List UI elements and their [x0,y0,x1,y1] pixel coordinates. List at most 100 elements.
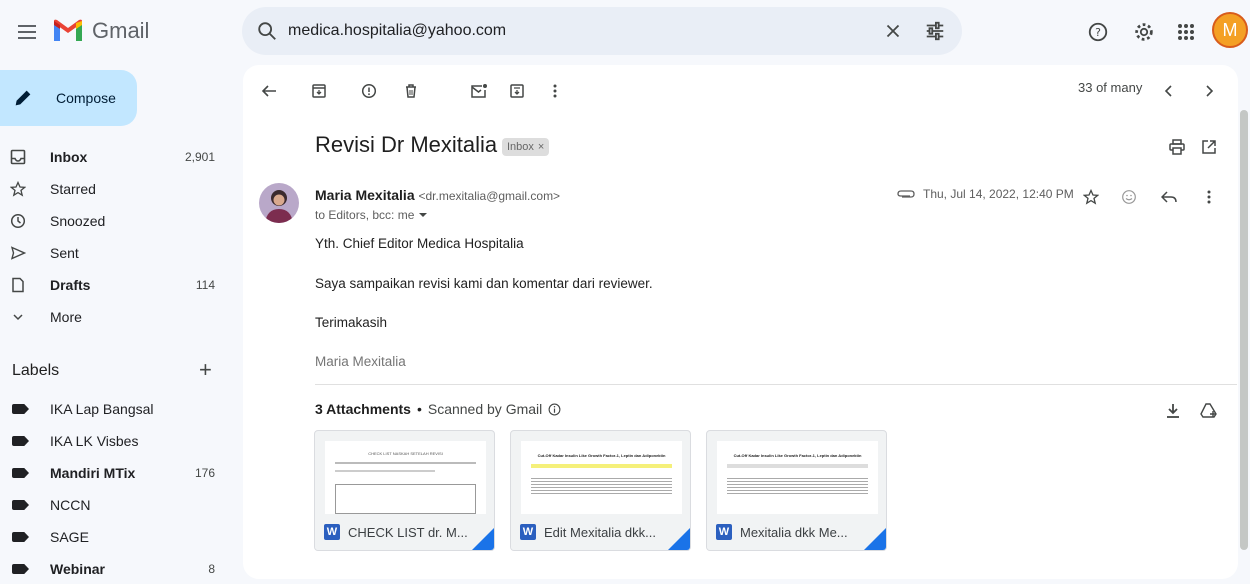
label-name: IKA LK Visbes [50,433,139,449]
settings-button[interactable] [1128,16,1160,48]
help-button[interactable]: ? [1082,16,1114,48]
help-icon: ? [1088,22,1108,42]
label-item-ika-lap-bangsal[interactable]: IKA Lap Bangsal [0,393,230,425]
date-line: Thu, Jul 14, 2022, 12:40 PM [897,187,1074,201]
add-to-drive-icon [1200,403,1217,418]
word-doc-icon: W [324,524,340,540]
send-icon [10,245,26,261]
sidebar-item-inbox[interactable]: Inbox 2,901 [0,141,230,173]
sidebar-item-drafts[interactable]: Drafts 114 [0,269,230,301]
attachment-icon [897,190,915,198]
info-icon[interactable] [548,403,561,416]
account-avatar[interactable]: M [1212,12,1248,48]
remove-label-icon[interactable]: × [538,141,544,153]
mark-unread-button[interactable] [463,75,495,107]
older-button[interactable] [1193,75,1225,107]
star-icon [1083,189,1099,205]
word-doc-icon: W [716,524,732,540]
label-item-mandiri-mtix[interactable]: Mandiri MTix 176 [0,457,230,489]
svg-text:?: ? [1095,26,1101,39]
label-item-nccn[interactable]: NCCN [0,489,230,521]
sidebar-item-sent[interactable]: Sent [0,237,230,269]
recipients-text: to Editors, bcc: me [315,208,415,222]
compose-label: Compose [56,90,116,106]
print-button[interactable] [1161,131,1193,163]
inbox-count: 2,901 [184,150,215,164]
message-more-button[interactable] [1193,181,1225,213]
attachments-header: 3 Attachments • Scanned by Gmail [315,401,561,417]
archive-button[interactable] [303,75,335,107]
inbox-label-chip[interactable]: Inbox × [502,138,550,156]
sidebar-nav: Inbox 2,901 Starred Snoozed Sent Drafts … [0,141,230,333]
label-count: 8 [208,562,215,576]
search-icon[interactable] [256,20,278,42]
star-button[interactable] [1075,181,1107,213]
search-options-icon[interactable] [924,20,946,42]
open-new-window-button[interactable] [1193,131,1225,163]
search-bar[interactable]: medica.hospitalia@yahoo.com [242,7,962,55]
recipients-line[interactable]: to Editors, bcc: me [315,208,428,222]
more-actions-button[interactable] [539,75,571,107]
sidebar-item-snoozed[interactable]: Snoozed [0,205,230,237]
preview-heading: Cut-Off Kadar Insulin Like Growth Factor… [537,453,666,458]
gear-icon [1135,23,1153,41]
main-menu-button[interactable] [8,12,48,52]
search-input[interactable]: medica.hospitalia@yahoo.com [288,22,506,40]
label-name: SAGE [50,529,89,545]
report-icon [361,83,377,99]
attachment-preview: Cut-Off Kadar Insulin Like Growth Factor… [521,441,682,521]
attachment-footer: W Mexitalia dkk Me... [707,514,886,550]
apps-button[interactable] [1170,16,1202,48]
preview-lines [727,476,868,496]
attachment-card[interactable]: CHECK LIST NASKAH SETELAH REVISI W CHECK… [314,430,495,551]
add-label-button[interactable]: + [199,359,212,381]
gmail-m-icon [54,19,82,41]
pencil-icon [15,90,31,106]
preview-heading: CHECK LIST NASKAH SETELAH REVISI [368,451,443,456]
caret-down-icon[interactable] [418,211,428,219]
reply-button[interactable] [1153,181,1185,213]
add-to-tasks-button[interactable] [501,75,533,107]
delete-button[interactable] [395,75,427,107]
compose-button[interactable]: Compose [0,70,137,126]
download-all-button[interactable] [1157,395,1189,427]
preview-lines [727,464,868,468]
gmail-logo[interactable]: Gmail [52,18,149,44]
emoji-icon [1122,190,1136,204]
scanned-text: Scanned by Gmail [427,401,543,417]
label-item-sage[interactable]: SAGE [0,521,230,553]
clear-search-icon[interactable] [882,20,904,42]
apps-grid-icon [1178,24,1194,40]
attachment-filename: CHECK LIST dr. M... [348,524,468,540]
more-vert-icon [553,84,557,98]
report-spam-button[interactable] [353,75,385,107]
body-closing: Terimakasih [315,315,388,330]
preview-highlight [531,464,672,468]
newer-button[interactable] [1153,75,1185,107]
open-in-new-icon [1202,140,1216,154]
attachment-footer: W CHECK LIST dr. M... [315,514,494,550]
save-to-drive-button[interactable] [1193,395,1225,427]
sidebar-item-starred[interactable]: Starred [0,173,230,205]
add-reaction-button[interactable] [1113,181,1145,213]
label-tag-icon [12,532,29,542]
label-item-ika-lk-visbes[interactable]: IKA LK Visbes [0,425,230,457]
sender-email: <dr.mexitalia@gmail.com> [418,189,561,203]
drafts-count: 114 [195,278,215,292]
attachment-preview: CHECK LIST NASKAH SETELAH REVISI [325,441,486,521]
attachment-card[interactable]: Cut-Off Kadar Insulin Like Growth Factor… [510,430,691,551]
back-button[interactable] [253,75,285,107]
message-view: 33 of many Revisi Dr Mexitalia Inbox × M… [243,65,1238,579]
attachment-card[interactable]: Cut-Off Kadar Insulin Like Growth Factor… [706,430,887,551]
label-name: IKA Lap Bangsal [50,401,154,417]
label-item-webinar[interactable]: Webinar 8 [0,553,230,584]
sidebar-item-more[interactable]: More [0,301,230,333]
sender-name[interactable]: Maria Mexitalia [315,187,415,203]
attachments-title: 3 Attachments [315,401,411,417]
preview-lines [335,470,435,472]
chevron-left-icon [1164,85,1172,97]
sender-avatar[interactable] [259,183,299,223]
mark-unread-icon [471,84,487,98]
page-scrollbar[interactable] [1240,110,1248,550]
arrow-left-icon [261,85,276,97]
